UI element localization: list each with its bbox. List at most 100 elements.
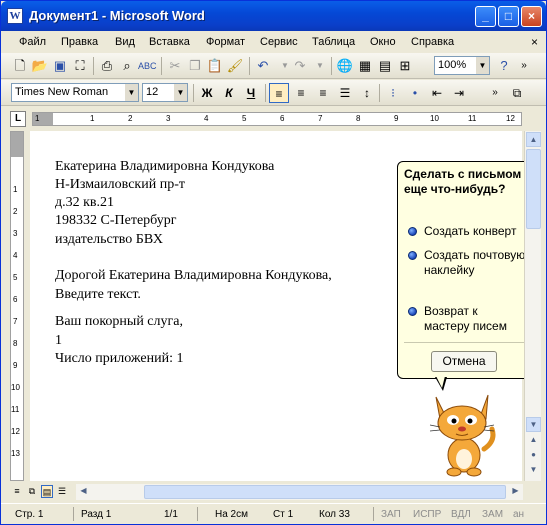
word-window: W Документ1 - Microsoft Word _ □ × Файл …: [0, 0, 547, 525]
redo-dropdown-icon[interactable]: ▼: [311, 57, 329, 75]
toolbar-separator: [249, 57, 250, 75]
status-record[interactable]: ЗАП: [381, 509, 401, 520]
chevron-down-icon[interactable]: ▼: [476, 57, 489, 74]
toolbar-separator: [331, 57, 332, 75]
insert-table-icon[interactable]: ▤: [376, 57, 394, 75]
tab-selector-icon[interactable]: L: [10, 111, 26, 127]
tables-icon[interactable]: ▦: [356, 57, 374, 75]
status-extend[interactable]: ВДЛ: [451, 509, 471, 520]
status-overtype[interactable]: ЗАМ: [482, 509, 503, 520]
office-assistant-cat-icon[interactable]: [426, 389, 498, 479]
toolbar-separator: [265, 84, 266, 102]
normal-view-icon[interactable]: ≡: [11, 485, 23, 498]
print-preview-icon[interactable]: ⌕: [118, 57, 136, 75]
option-create-envelope[interactable]: Создать конверт: [408, 224, 526, 239]
ruler-tick: 9: [13, 361, 18, 370]
document-line: 1: [55, 333, 62, 348]
task-pane-icon[interactable]: ⧉: [507, 83, 527, 103]
status-track-changes[interactable]: ИСПР: [413, 509, 441, 520]
scroll-thumb[interactable]: [144, 485, 506, 499]
font-size-value: 12: [146, 86, 159, 98]
web-view-icon[interactable]: ⧉: [26, 485, 38, 498]
menu-view[interactable]: Вид: [115, 36, 135, 48]
title-bar[interactable]: W Документ1 - Microsoft Word _ □ ×: [1, 1, 546, 31]
line-spacing-icon[interactable]: ↕: [357, 83, 377, 103]
menu-table[interactable]: Таблица: [312, 36, 355, 48]
menu-edit[interactable]: Правка: [61, 36, 98, 48]
scroll-left-icon[interactable]: ◀: [76, 484, 91, 499]
align-right-icon[interactable]: ≡: [313, 83, 333, 103]
bold-button[interactable]: Ж: [197, 83, 217, 103]
save-icon[interactable]: ▣: [51, 57, 69, 75]
bullets-icon[interactable]: •: [405, 83, 425, 103]
option-return-to-wizard[interactable]: Возврат к мастеру писем: [408, 304, 526, 334]
close-button[interactable]: ×: [521, 6, 542, 27]
menu-tools[interactable]: Сервис: [260, 36, 298, 48]
scroll-up-icon[interactable]: ▲: [526, 132, 541, 147]
paste-icon[interactable]: 📋: [206, 57, 224, 75]
justify-icon[interactable]: ☰: [335, 83, 355, 103]
undo-icon[interactable]: ↶: [254, 57, 272, 75]
status-line: Ст 1: [273, 509, 294, 520]
font-size-select[interactable]: 12 ▼: [142, 83, 188, 102]
columns-icon[interactable]: ⊞: [396, 57, 414, 75]
toolbar-options-icon[interactable]: »: [515, 57, 533, 75]
align-left-icon[interactable]: ≡: [269, 83, 289, 103]
chevron-down-icon[interactable]: ▼: [174, 84, 187, 101]
ruler-tick: 5: [242, 114, 247, 123]
ruler-tick: 6: [280, 114, 285, 123]
cancel-button[interactable]: Отмена: [431, 351, 497, 372]
format-painter-icon[interactable]: 🖌: [226, 57, 244, 75]
new-icon[interactable]: 🗋: [11, 57, 29, 75]
permission-icon[interactable]: ⛶: [71, 57, 89, 75]
menu-window[interactable]: Окно: [370, 36, 396, 48]
option-create-label[interactable]: Создать почтовую наклейку: [408, 248, 526, 278]
select-browse-object-icon[interactable]: ●: [526, 448, 541, 463]
chevron-down-icon[interactable]: ▼: [125, 84, 138, 101]
ruler-tick: 7: [13, 317, 18, 326]
status-bar: Стр. 1 Разд 1 1/1 На 2см Ст 1 Кол 33 ЗАП…: [1, 503, 546, 524]
next-page-icon[interactable]: ▼: [526, 463, 541, 478]
horizontal-scrollbar[interactable]: ◀ ▶: [76, 484, 523, 500]
horizontal-ruler[interactable]: 1 1 2 3 4 5 6 7 8 9 10 11 12: [32, 112, 522, 126]
copy-icon[interactable]: ❐: [186, 57, 204, 75]
status-page: Стр. 1: [15, 509, 44, 520]
status-position: На 2см: [215, 509, 248, 520]
word-app-icon[interactable]: W: [7, 8, 23, 24]
underline-button[interactable]: Ч: [241, 83, 261, 103]
print-icon[interactable]: ⎙: [98, 57, 116, 75]
previous-page-icon[interactable]: ▲: [526, 433, 541, 448]
hyperlink-icon[interactable]: 🌐: [336, 57, 354, 75]
scroll-thumb[interactable]: [526, 149, 541, 229]
document-line: Екатерина Владимировна Кондукова: [55, 159, 275, 174]
vertical-ruler[interactable]: 1 2 3 4 5 6 7 8 9 10 11 12 13: [10, 131, 24, 481]
open-icon[interactable]: 📂: [31, 57, 49, 75]
ruler-margin: [11, 132, 23, 157]
help-icon[interactable]: ?: [495, 57, 513, 75]
decrease-indent-icon[interactable]: ⇤: [427, 83, 447, 103]
menu-format[interactable]: Формат: [206, 36, 245, 48]
spelling-icon[interactable]: ABC: [138, 57, 157, 75]
vertical-scrollbar[interactable]: ▲ ▼ ▲ ● ▼: [524, 131, 541, 481]
menu-insert[interactable]: Вставка: [149, 36, 190, 48]
increase-indent-icon[interactable]: ⇥: [449, 83, 469, 103]
minimize-button[interactable]: _: [475, 6, 496, 27]
outline-view-icon[interactable]: ☰: [56, 485, 68, 498]
maximize-button[interactable]: □: [498, 6, 519, 27]
close-document-icon[interactable]: ×: [531, 35, 538, 49]
numbering-icon[interactable]: ⁝: [383, 83, 403, 103]
cut-icon[interactable]: ✂: [166, 57, 184, 75]
align-center-icon[interactable]: ≡: [291, 83, 311, 103]
font-name-select[interactable]: Times New Roman ▼: [11, 83, 139, 102]
italic-button[interactable]: К: [219, 83, 239, 103]
print-layout-view-icon[interactable]: ▤: [41, 485, 53, 498]
scroll-down-icon[interactable]: ▼: [526, 417, 541, 432]
toolbar-options-icon[interactable]: »: [485, 83, 505, 103]
zoom-select[interactable]: 100% ▼: [434, 56, 490, 75]
ruler-tick: 1: [35, 114, 40, 123]
scroll-right-icon[interactable]: ▶: [508, 484, 523, 499]
ruler-tick: 9: [394, 114, 399, 123]
redo-icon[interactable]: ↷: [291, 57, 309, 75]
menu-file[interactable]: Файл: [19, 36, 46, 48]
menu-help[interactable]: Справка: [411, 36, 454, 48]
